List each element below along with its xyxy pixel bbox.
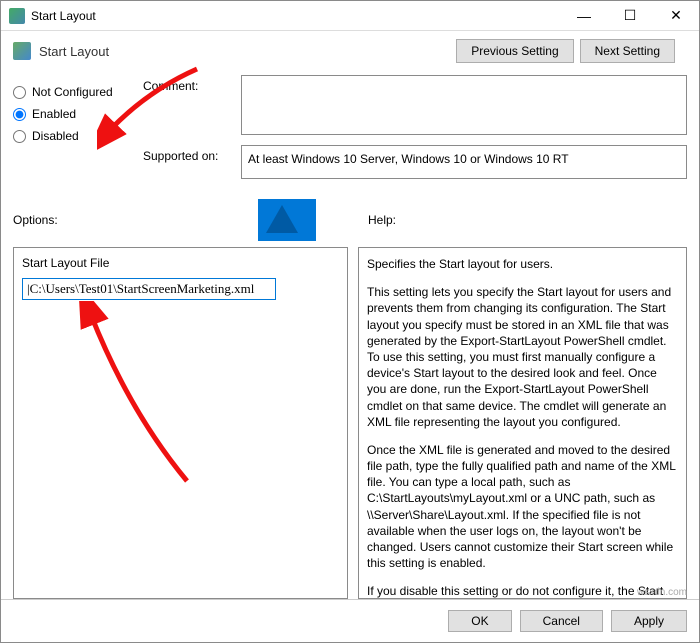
supported-label: Supported on: <box>143 145 241 163</box>
config-section: Not Configured Enabled Disabled Comment:… <box>1 71 699 197</box>
mid-row: Options: Help: <box>1 197 699 247</box>
watermark: wsxdn.com <box>637 587 687 598</box>
radio-not-configured[interactable]: Not Configured <box>13 85 133 99</box>
help-text: Specifies the Start layout for users. <box>367 256 678 272</box>
radio-enabled-label: Enabled <box>32 107 76 121</box>
minimize-button[interactable]: — <box>561 1 607 31</box>
comment-input[interactable] <box>241 75 687 135</box>
policy-icon <box>13 42 31 60</box>
options-pane: Start Layout File <box>13 247 348 599</box>
state-radios: Not Configured Enabled Disabled <box>13 75 133 189</box>
header: Start Layout Previous Setting Next Setti… <box>1 31 699 71</box>
close-button[interactable]: ✕ <box>653 1 699 31</box>
ok-button[interactable]: OK <box>448 610 511 632</box>
panes: Start Layout File Specifies the Start la… <box>1 247 699 599</box>
help-text: Once the XML file is generated and moved… <box>367 442 678 572</box>
help-pane[interactable]: Specifies the Start layout for users. Th… <box>358 247 687 599</box>
radio-not-configured-label: Not Configured <box>32 85 113 99</box>
cancel-button[interactable]: Cancel <box>520 610 603 632</box>
help-text: To use this setting, you must first manu… <box>367 349 678 430</box>
help-text: If you disable this setting or do not co… <box>367 583 678 599</box>
radio-enabled[interactable]: Enabled <box>13 107 133 121</box>
radio-disabled-label: Disabled <box>32 129 79 143</box>
apply-button[interactable]: Apply <box>611 610 687 632</box>
radio-enabled-input[interactable] <box>13 108 26 121</box>
maximize-button[interactable]: ☐ <box>607 1 653 31</box>
radio-disabled-input[interactable] <box>13 130 26 143</box>
next-setting-button[interactable]: Next Setting <box>580 39 675 63</box>
layout-file-input[interactable] <box>22 278 276 300</box>
supported-value: At least Windows 10 Server, Windows 10 o… <box>241 145 687 179</box>
radio-not-configured-input[interactable] <box>13 86 26 99</box>
comment-label: Comment: <box>143 75 241 93</box>
nav-buttons: Previous Setting Next Setting <box>456 39 675 63</box>
app-icon <box>9 8 25 24</box>
help-text: This setting lets you specify the Start … <box>367 284 678 349</box>
layout-file-label: Start Layout File <box>22 256 339 270</box>
button-bar: OK Cancel Apply <box>1 599 699 642</box>
options-label: Options: <box>13 213 258 227</box>
start-layout-dialog: Start Layout — ☐ ✕ Start Layout Previous… <box>0 0 700 643</box>
help-label: Help: <box>368 213 396 227</box>
titlebar: Start Layout — ☐ ✕ <box>1 1 699 31</box>
windows-club-logo-icon <box>258 199 316 241</box>
fields: Comment: Supported on: At least Windows … <box>143 75 687 189</box>
radio-disabled[interactable]: Disabled <box>13 129 133 143</box>
window-title: Start Layout <box>31 9 561 23</box>
policy-title: Start Layout <box>39 44 448 59</box>
previous-setting-button[interactable]: Previous Setting <box>456 39 573 63</box>
